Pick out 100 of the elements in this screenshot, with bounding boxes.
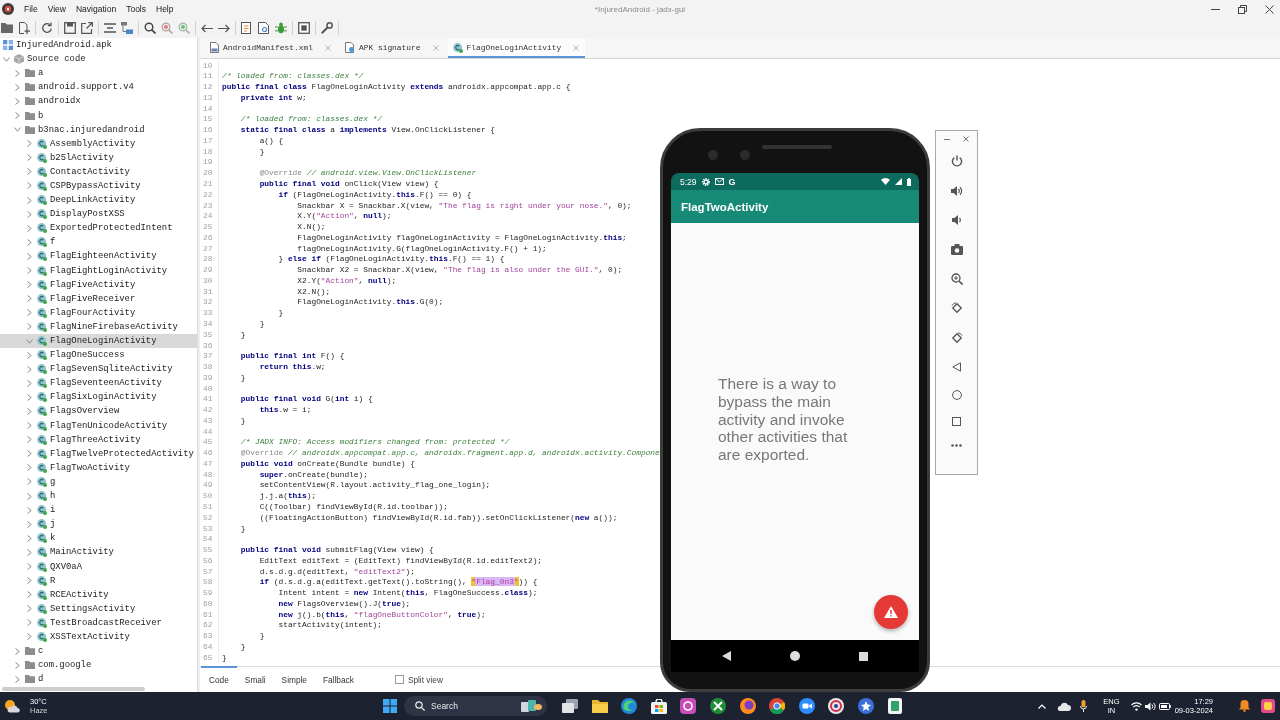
chevron-right-icon[interactable] [26,252,32,260]
tree-item[interactable]: FlagTwelveProtectedActivity [0,446,197,461]
search-icon[interactable] [144,22,156,34]
tree-item[interactable]: FlagTenUnicodeActivity [0,418,197,433]
tree-item[interactable]: b25lActivity [0,150,197,165]
tree-item[interactable]: RCEActivity [0,587,197,602]
chevron-right-icon[interactable] [14,112,20,119]
search-text-icon[interactable] [178,22,190,34]
file-plus-icon[interactable] [18,22,30,34]
video-app-icon[interactable] [798,698,815,714]
chevron-right-icon[interactable] [26,295,32,303]
bell-icon[interactable] [1239,700,1250,712]
minimize-icon[interactable] [944,138,950,140]
chevron-right-icon[interactable] [26,548,32,556]
power-icon[interactable] [950,155,963,167]
save-icon[interactable] [64,22,76,34]
chevron-right-icon[interactable] [26,168,32,176]
bug-icon[interactable] [275,22,287,34]
wifi-icon[interactable] [1130,701,1142,711]
chevron-right-icon[interactable] [26,182,32,190]
tree-item[interactable]: a [0,66,197,81]
chevron-right-icon[interactable] [26,478,32,486]
tree-item[interactable]: i [0,503,197,518]
browser-icon[interactable] [769,698,786,714]
chevron-right-icon[interactable] [26,619,32,627]
chevron-right-icon[interactable] [26,422,32,430]
chevron-right-icon[interactable] [26,506,32,514]
stop-icon[interactable] [298,22,310,34]
microphone-icon[interactable] [1080,700,1088,712]
close-icon[interactable] [1265,4,1274,14]
tree-item[interactable]: f [0,235,197,250]
chevron-right-icon[interactable] [26,520,32,528]
browser-icon[interactable] [739,698,756,714]
tree-item[interactable]: b [0,108,197,123]
browser-icon[interactable] [621,698,638,714]
tree-item[interactable]: DeepLinkActivity [0,193,197,208]
chevron-right-icon[interactable] [26,379,32,387]
back-icon[interactable] [722,651,731,661]
chevron-right-icon[interactable] [26,408,32,415]
chevron-right-icon[interactable] [26,210,32,218]
tree-item[interactable]: FlagsOverview [0,404,197,419]
refresh-icon[interactable] [41,22,53,34]
tree-item[interactable]: FlagEighteenActivity [0,249,197,264]
chevron-right-icon[interactable] [26,238,32,246]
overview-icon[interactable] [952,417,961,427]
tree-item[interactable]: b3nac.injuredandroid [0,122,197,137]
tree-item[interactable]: j [0,517,197,532]
tree-item[interactable]: FlagThreeActivity [0,432,197,447]
zoom-icon[interactable] [950,272,963,285]
search-class-icon[interactable] [161,22,173,34]
arrow-left-icon[interactable] [201,23,213,33]
volume-up-icon[interactable] [950,184,963,197]
menu-item[interactable]: View [42,4,71,14]
battery-icon[interactable] [1158,702,1171,710]
tree-item[interactable]: FlagTwoActivity [0,460,197,475]
tree-item[interactable]: FlagSevenSqliteActivity [0,362,197,377]
tree-item[interactable]: FlagOneLoginActivity [0,333,197,349]
cloud-icon[interactable] [1057,701,1072,711]
fab-button[interactable] [874,595,908,629]
chevron-right-icon[interactable] [26,154,32,162]
chevron-right-icon[interactable] [14,661,20,669]
chevron-right-icon[interactable] [26,351,32,359]
menu-item[interactable]: Tools [121,4,151,14]
rotate-right-icon[interactable] [950,332,963,345]
back-icon[interactable] [952,361,961,372]
app-icon[interactable] [828,698,845,714]
app-icon[interactable] [680,698,697,714]
document-list-icon[interactable] [241,22,253,34]
folder-icon[interactable] [1,23,13,33]
tree-item[interactable]: DisplayPostXSS [0,207,197,222]
tree-item[interactable]: FlagSixLoginActivity [0,390,197,405]
speaker-icon[interactable] [1144,701,1156,711]
tree-item[interactable]: d [0,672,197,686]
tree-item[interactable]: k [0,531,197,546]
hierarchy-icon[interactable] [121,22,133,34]
volume-down-icon[interactable] [951,214,962,227]
close-icon[interactable] [963,136,969,142]
tree-item[interactable]: h [0,489,197,504]
chevron-down-icon[interactable] [2,56,10,62]
chevron-right-icon[interactable] [26,309,32,317]
tree-item[interactable]: android.support.v4 [0,80,197,95]
menu-item[interactable]: Navigation [71,4,122,14]
tree-item[interactable]: ContactActivity [0,164,197,179]
tree-item[interactable]: QXV0aA [0,559,197,574]
overview-icon[interactable] [859,651,868,661]
weather-icon[interactable] [4,699,20,713]
chevron-down-icon[interactable] [25,338,33,344]
chevron-down-icon[interactable] [13,127,21,133]
chevron-right-icon[interactable] [14,69,20,77]
tree-item[interactable]: FlagEightLoginActivity [0,263,197,278]
export-icon[interactable] [81,22,93,34]
chevron-right-icon[interactable] [14,647,20,655]
tree-item[interactable]: TestBroadcastReceiver [0,615,197,630]
start-icon[interactable] [383,699,397,713]
chevron-right-icon[interactable] [26,436,32,444]
chevron-right-icon[interactable] [26,267,32,275]
tree-item[interactable]: InjuredAndroid.apk [0,38,197,53]
tree-item[interactable]: com.google [0,658,197,673]
chevron-right-icon[interactable] [26,492,32,500]
tree-item[interactable]: androidx [0,94,197,109]
